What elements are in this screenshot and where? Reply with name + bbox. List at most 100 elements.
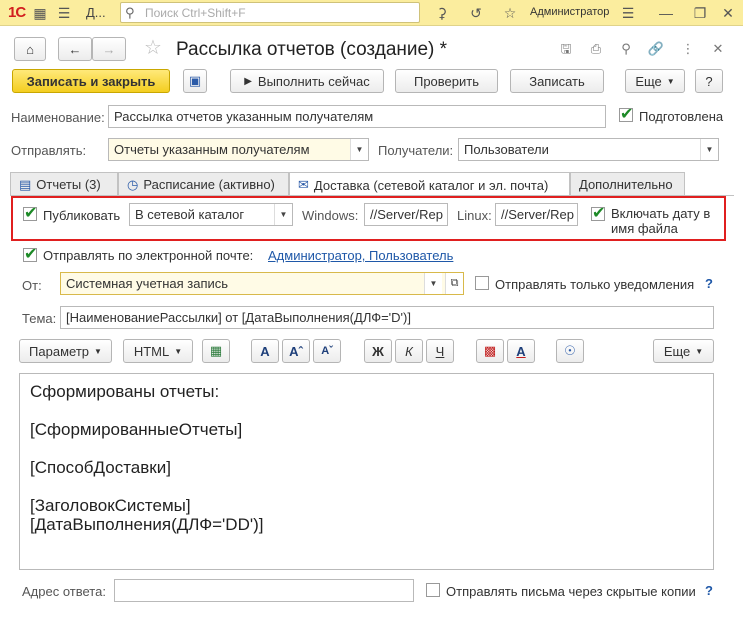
- include-date-label-line1: Включать дату в: [611, 206, 711, 221]
- tab-reports-label: Отчеты (3): [36, 177, 101, 192]
- email-recipients-link[interactable]: Администратор, Пользователь: [268, 248, 453, 263]
- tab-reports[interactable]: ▤ Отчеты (3): [10, 172, 118, 196]
- bell-icon[interactable]: ⚳: [432, 3, 452, 23]
- globe-icon: ☉: [564, 343, 576, 358]
- dropdown-arrow-icon[interactable]: ▼: [424, 273, 442, 294]
- menu-icon[interactable]: ☰: [54, 3, 74, 23]
- home-button[interactable]: ⌂: [14, 37, 46, 61]
- publish-checkbox[interactable]: ✔: [23, 205, 37, 222]
- italic-button[interactable]: К: [395, 339, 423, 363]
- from-label: От:: [22, 278, 42, 293]
- email-checkbox[interactable]: ✔: [23, 246, 37, 263]
- windows-path-field[interactable]: //Server/Rep: [364, 203, 448, 226]
- text-color-button[interactable]: A: [507, 339, 535, 363]
- app-logo: 1С: [8, 4, 26, 21]
- save-disk-icon[interactable]: 🖫: [557, 40, 575, 58]
- open-icon[interactable]: ⧉: [445, 273, 463, 294]
- recipients-select[interactable]: Пользователи ▼: [458, 138, 719, 161]
- check-button[interactable]: Проверить: [395, 69, 498, 93]
- tab-delivery-label: Доставка (сетевой каталог и эл. почта): [313, 177, 549, 193]
- tab-additional[interactable]: Дополнительно: [570, 172, 685, 196]
- editor-line: [ДатаВыполнения(ДЛФ='DD')]: [30, 515, 264, 534]
- home-icon: ⌂: [26, 41, 34, 57]
- editor-more-button[interactable]: Еще ▼: [653, 339, 714, 363]
- back-button[interactable]: ←: [58, 37, 92, 61]
- insert-link-button[interactable]: ☉: [556, 339, 584, 363]
- current-user[interactable]: Администратор: [530, 6, 609, 18]
- help-icon[interactable]: ?: [705, 276, 713, 291]
- name-field[interactable]: Рассылка отчетов указанным получателям: [108, 105, 606, 128]
- more-vertical-icon[interactable]: ⋮: [679, 40, 697, 58]
- font-shrink-button[interactable]: Aˇ: [313, 339, 341, 363]
- help-button[interactable]: ?: [695, 69, 723, 93]
- insert-image-button[interactable]: ▦: [202, 339, 230, 363]
- font-label: A: [260, 343, 270, 359]
- image-icon: ▦: [209, 343, 223, 358]
- delivery-icon: ✉: [298, 177, 309, 192]
- apps-grid-icon[interactable]: ▦: [30, 3, 50, 23]
- checkmark-icon: ✔: [592, 205, 606, 222]
- link-icon[interactable]: 🔗: [647, 40, 665, 58]
- message-body-editor[interactable]: Сформированы отчеты: [СформированныеОтче…: [19, 373, 714, 570]
- dropdown-arrow-icon[interactable]: ▼: [350, 139, 368, 160]
- tab-additional-label: Дополнительно: [579, 177, 673, 192]
- dropdown-arrow-icon[interactable]: ▼: [700, 139, 718, 160]
- window-close-icon[interactable]: ✕: [709, 40, 727, 58]
- include-date-checkbox[interactable]: ✔: [591, 205, 605, 222]
- preview-icon[interactable]: ⚲: [617, 40, 635, 58]
- font-button[interactable]: A: [251, 339, 279, 363]
- save-button[interactable]: Записать: [510, 69, 604, 93]
- prepared-checkbox[interactable]: ✔: [619, 106, 633, 123]
- reply-to-field[interactable]: [114, 579, 414, 602]
- save-icon-button[interactable]: ▣: [183, 69, 207, 93]
- background-color-button[interactable]: ▩: [476, 339, 504, 363]
- send-type-value: Отчеты указанным получателям: [114, 142, 310, 157]
- chevron-down-icon: ▼: [94, 346, 102, 356]
- underline-button[interactable]: Ч: [426, 339, 454, 363]
- linux-path-field[interactable]: //Server/Rep: [495, 203, 578, 226]
- global-search[interactable]: ⚲ Поиск Ctrl+Shift+F: [120, 2, 420, 23]
- send-type-select[interactable]: Отчеты указанным получателям ▼: [108, 138, 369, 161]
- parameter-button[interactable]: Параметр ▼: [19, 339, 112, 363]
- bold-button[interactable]: Ж: [364, 339, 392, 363]
- checkmark-icon: ✔: [24, 205, 38, 222]
- restore-icon[interactable]: ❐: [690, 3, 710, 23]
- arrow-right-icon: →: [102, 41, 116, 57]
- run-now-button[interactable]: ▶ Выполнить сейчас: [230, 69, 384, 93]
- font-grow-button[interactable]: Aˆ: [282, 339, 310, 363]
- more-button[interactable]: Еще ▼: [625, 69, 685, 93]
- editor-line: [СпособДоставки]: [30, 458, 171, 477]
- publish-target-value: В сетевой каталог: [135, 207, 245, 222]
- forward-button[interactable]: →: [92, 37, 126, 61]
- chevron-down-icon: ▼: [695, 346, 704, 356]
- recipients-value: Пользователи: [464, 142, 549, 157]
- subject-field[interactable]: [НаименованиеРассылки] от [ДатаВыполнени…: [60, 306, 714, 329]
- tab-schedule[interactable]: ◷ Расписание (активно): [118, 172, 289, 196]
- bcc-checkbox[interactable]: [426, 583, 440, 597]
- editor-line: Сформированы отчеты:: [30, 382, 220, 401]
- history-icon[interactable]: ↺: [466, 3, 486, 23]
- floppy-disk-icon: ▣: [188, 73, 202, 88]
- app-topbar: 1С ▦ ☰ Д... ⚲ Поиск Ctrl+Shift+F ⚳ ↺ ☆ А…: [0, 0, 743, 26]
- search-placeholder: Поиск Ctrl+Shift+F: [145, 6, 246, 20]
- star-icon[interactable]: ☆: [500, 3, 520, 23]
- save-and-close-button[interactable]: Записать и закрыть: [12, 69, 170, 93]
- notify-only-checkbox[interactable]: [475, 276, 489, 290]
- print-icon[interactable]: ⎙: [587, 40, 605, 58]
- from-account-select[interactable]: Системная учетная запись ▼ ⧉: [60, 272, 464, 295]
- close-icon[interactable]: ✕: [718, 3, 738, 23]
- page-title: Рассылка отчетов (создание) *: [176, 39, 448, 60]
- minimize-icon[interactable]: —: [656, 3, 676, 23]
- tab-delivery[interactable]: ✉ Доставка (сетевой каталог и эл. почта): [289, 172, 570, 197]
- email-label: Отправлять по электронной почте:: [43, 248, 254, 263]
- dropdown-arrow-icon[interactable]: ▼: [274, 204, 292, 225]
- app-name: Д...: [86, 5, 106, 20]
- prepared-label: Подготовлена: [639, 109, 724, 124]
- settings-menu-icon[interactable]: ☰: [618, 3, 638, 23]
- html-button[interactable]: HTML ▼: [123, 339, 193, 363]
- publish-target-select[interactable]: В сетевой каталог ▼: [129, 203, 293, 226]
- help-icon[interactable]: ?: [705, 583, 713, 598]
- favorite-star-icon[interactable]: ☆: [144, 38, 162, 58]
